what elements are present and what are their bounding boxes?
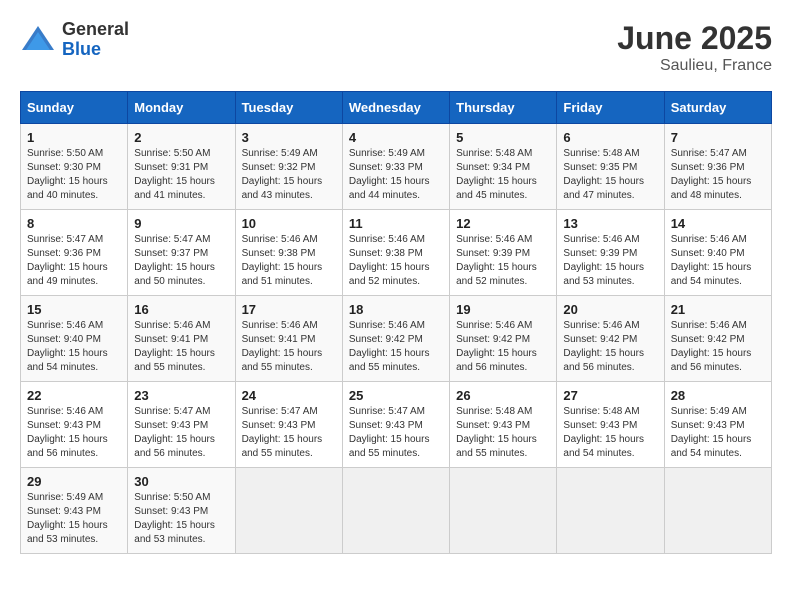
empty-cell-2	[342, 468, 449, 554]
header-friday: Friday	[557, 92, 664, 124]
logo-text: General Blue	[62, 20, 129, 60]
day-25: 25 Sunrise: 5:47 AM Sunset: 9:43 PM Dayl…	[342, 382, 449, 468]
calendar-header-row: Sunday Monday Tuesday Wednesday Thursday…	[21, 92, 772, 124]
day-24: 24 Sunrise: 5:47 AM Sunset: 9:43 PM Dayl…	[235, 382, 342, 468]
page-header: General Blue June 2025 Saulieu, France	[20, 20, 772, 75]
day-30: 30 Sunrise: 5:50 AM Sunset: 9:43 PM Dayl…	[128, 468, 235, 554]
day-18: 18 Sunrise: 5:46 AM Sunset: 9:42 PM Dayl…	[342, 296, 449, 382]
logo-blue: Blue	[62, 40, 129, 60]
day-5: 5 Sunrise: 5:48 AM Sunset: 9:34 PM Dayli…	[450, 124, 557, 210]
empty-cell-1	[235, 468, 342, 554]
day-16: 16 Sunrise: 5:46 AM Sunset: 9:41 PM Dayl…	[128, 296, 235, 382]
header-sunday: Sunday	[21, 92, 128, 124]
day-11: 11 Sunrise: 5:46 AM Sunset: 9:38 PM Dayl…	[342, 210, 449, 296]
empty-cell-4	[557, 468, 664, 554]
day-13: 13 Sunrise: 5:46 AM Sunset: 9:39 PM Dayl…	[557, 210, 664, 296]
day-28: 28 Sunrise: 5:49 AM Sunset: 9:43 PM Dayl…	[664, 382, 771, 468]
day-3: 3 Sunrise: 5:49 AM Sunset: 9:32 PM Dayli…	[235, 124, 342, 210]
day-17: 17 Sunrise: 5:46 AM Sunset: 9:41 PM Dayl…	[235, 296, 342, 382]
day-19: 19 Sunrise: 5:46 AM Sunset: 9:42 PM Dayl…	[450, 296, 557, 382]
day-7: 7 Sunrise: 5:47 AM Sunset: 9:36 PM Dayli…	[664, 124, 771, 210]
logo-icon	[20, 22, 56, 58]
day-14: 14 Sunrise: 5:46 AM Sunset: 9:40 PM Dayl…	[664, 210, 771, 296]
day-15: 15 Sunrise: 5:46 AM Sunset: 9:40 PM Dayl…	[21, 296, 128, 382]
header-monday: Monday	[128, 92, 235, 124]
title-block: June 2025 Saulieu, France	[617, 20, 772, 75]
day-26: 26 Sunrise: 5:48 AM Sunset: 9:43 PM Dayl…	[450, 382, 557, 468]
logo: General Blue	[20, 20, 129, 60]
day-9: 9 Sunrise: 5:47 AM Sunset: 9:37 PM Dayli…	[128, 210, 235, 296]
month-title: June 2025	[617, 20, 772, 57]
day-8: 8 Sunrise: 5:47 AM Sunset: 9:36 PM Dayli…	[21, 210, 128, 296]
empty-cell-3	[450, 468, 557, 554]
header-saturday: Saturday	[664, 92, 771, 124]
day-2: 2 Sunrise: 5:50 AM Sunset: 9:31 PM Dayli…	[128, 124, 235, 210]
location: Saulieu, France	[617, 57, 772, 75]
empty-cell-5	[664, 468, 771, 554]
day-22: 22 Sunrise: 5:46 AM Sunset: 9:43 PM Dayl…	[21, 382, 128, 468]
day-27: 27 Sunrise: 5:48 AM Sunset: 9:43 PM Dayl…	[557, 382, 664, 468]
calendar-table: Sunday Monday Tuesday Wednesday Thursday…	[20, 91, 772, 554]
day-23: 23 Sunrise: 5:47 AM Sunset: 9:43 PM Dayl…	[128, 382, 235, 468]
week-row-4: 22 Sunrise: 5:46 AM Sunset: 9:43 PM Dayl…	[21, 382, 772, 468]
week-row-3: 15 Sunrise: 5:46 AM Sunset: 9:40 PM Dayl…	[21, 296, 772, 382]
day-20: 20 Sunrise: 5:46 AM Sunset: 9:42 PM Dayl…	[557, 296, 664, 382]
header-tuesday: Tuesday	[235, 92, 342, 124]
week-row-1: 1 Sunrise: 5:50 AM Sunset: 9:30 PM Dayli…	[21, 124, 772, 210]
logo-general: General	[62, 20, 129, 40]
day-4: 4 Sunrise: 5:49 AM Sunset: 9:33 PM Dayli…	[342, 124, 449, 210]
week-row-5: 29 Sunrise: 5:49 AM Sunset: 9:43 PM Dayl…	[21, 468, 772, 554]
day-6: 6 Sunrise: 5:48 AM Sunset: 9:35 PM Dayli…	[557, 124, 664, 210]
day-29: 29 Sunrise: 5:49 AM Sunset: 9:43 PM Dayl…	[21, 468, 128, 554]
header-wednesday: Wednesday	[342, 92, 449, 124]
day-1: 1 Sunrise: 5:50 AM Sunset: 9:30 PM Dayli…	[21, 124, 128, 210]
day-21: 21 Sunrise: 5:46 AM Sunset: 9:42 PM Dayl…	[664, 296, 771, 382]
header-thursday: Thursday	[450, 92, 557, 124]
day-12: 12 Sunrise: 5:46 AM Sunset: 9:39 PM Dayl…	[450, 210, 557, 296]
week-row-2: 8 Sunrise: 5:47 AM Sunset: 9:36 PM Dayli…	[21, 210, 772, 296]
day-10: 10 Sunrise: 5:46 AM Sunset: 9:38 PM Dayl…	[235, 210, 342, 296]
